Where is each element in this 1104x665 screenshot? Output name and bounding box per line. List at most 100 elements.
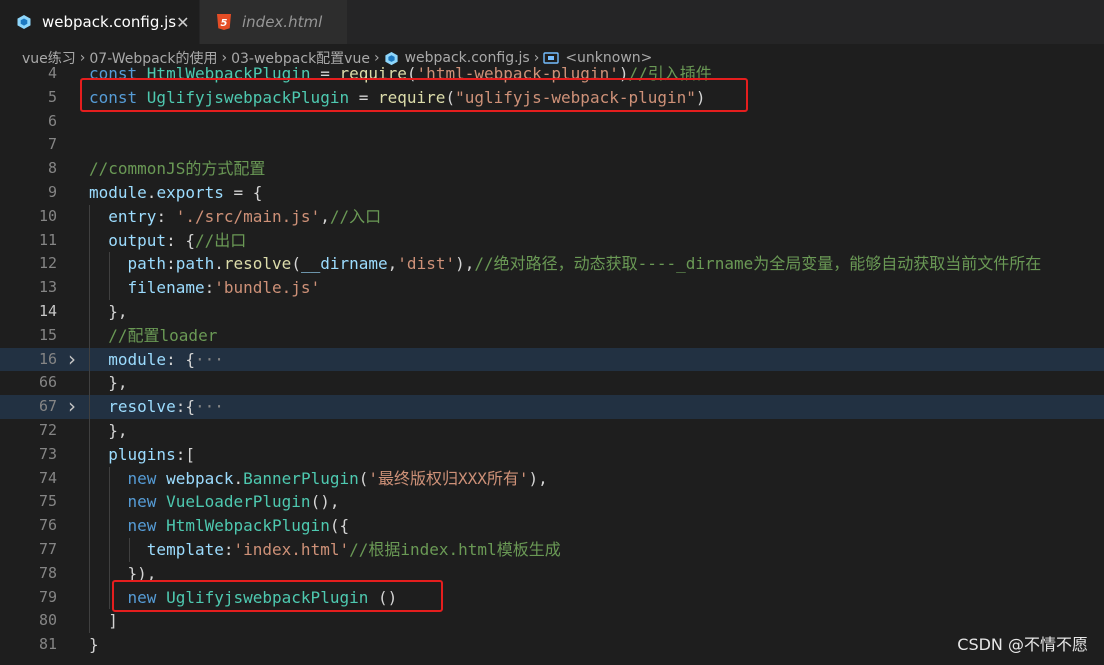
code-line[interactable]: 76 new HtmlWebpackPlugin({ xyxy=(0,514,1104,538)
code-token: //出口 xyxy=(194,230,247,250)
highlight-box xyxy=(112,579,443,612)
code-token: ] xyxy=(89,611,118,631)
code-line[interactable]: 77 template:'index.html'//根据index.html模板… xyxy=(0,538,1104,562)
code-token: :{ xyxy=(175,397,195,417)
code-token: template xyxy=(146,540,224,559)
code-token: }, xyxy=(89,302,128,321)
code-text: new VueLoaderPlugin(), xyxy=(89,490,340,514)
tab-label: webpack.config.js xyxy=(42,13,177,31)
code-token: resolve xyxy=(108,397,176,417)
code-token: ), xyxy=(455,254,475,274)
line-number: 77 xyxy=(38,540,57,558)
code-token: ), xyxy=(528,468,548,488)
code-token: webpack xyxy=(166,468,234,488)
code-text: //commonJS的方式配置 xyxy=(89,157,265,181)
line-number: 81 xyxy=(38,635,57,654)
code-token: , xyxy=(320,206,330,226)
code-token: : xyxy=(166,254,176,274)
code-line[interactable]: 6 xyxy=(0,110,1104,134)
code-token: ({ xyxy=(329,516,350,536)
code-editor[interactable]: 4 const HtmlWebpackPlugin = require('html… xyxy=(0,64,1104,665)
code-token: : { xyxy=(166,349,195,369)
code-line[interactable]: 81} xyxy=(0,633,1104,657)
code-token: 'index.html' xyxy=(233,540,350,559)
webpack-cube-icon xyxy=(16,14,32,30)
code-line[interactable]: 67 › resolve:{··· xyxy=(0,394,1104,419)
line-number: 67 xyxy=(38,397,57,416)
code-text: }, xyxy=(89,419,127,443)
code-token: , xyxy=(387,254,398,274)
code-line[interactable]: 73 plugins:[ xyxy=(0,442,1104,467)
code-line[interactable]: 10 entry: './src/main.js',//入口 xyxy=(0,204,1104,229)
code-token: VueLoaderPlugin xyxy=(166,492,311,512)
code-line[interactable]: 14 }, xyxy=(0,300,1104,324)
code-line[interactable]: 15 //配置loader xyxy=(0,323,1104,348)
code-text: resolve:{··· xyxy=(89,395,224,419)
code-token: :[ xyxy=(175,444,195,464)
code-line[interactable]: 7 xyxy=(0,133,1104,157)
code-line[interactable]: 9 module.exports = { xyxy=(0,181,1104,205)
code-line[interactable]: 72 }, xyxy=(0,419,1104,443)
code-text: path:path.resolve(__dirname,'dist'),//绝对… xyxy=(89,252,1042,276)
fold-chevron-icon[interactable]: › xyxy=(68,394,82,419)
code-text: new HtmlWebpackPlugin({ xyxy=(89,514,350,538)
code-token: new xyxy=(127,492,167,512)
code-text: }, xyxy=(89,371,127,395)
code-text: plugins:[ xyxy=(89,443,195,467)
code-line[interactable]: 75 new VueLoaderPlugin(), xyxy=(0,490,1104,515)
line-number: 12 xyxy=(38,254,57,273)
code-token: . xyxy=(233,468,244,488)
tab-bar: webpack.config.js ✕ 5 index.html xyxy=(0,0,1104,44)
code-token: module xyxy=(108,349,167,369)
code-line[interactable]: 16 › module: {··· xyxy=(0,347,1104,372)
code-line[interactable]: 66 }, xyxy=(0,371,1104,396)
line-number: 10 xyxy=(38,206,57,225)
code-token: new xyxy=(127,516,167,536)
code-token: (), xyxy=(310,492,340,512)
symbol-variable-icon xyxy=(543,51,560,65)
code-token: plugins xyxy=(108,444,176,464)
code-line[interactable]: 74 new webpack.BannerPlugin('最终版权归XXX所有'… xyxy=(0,466,1104,491)
code-text: output: {//出口 xyxy=(89,229,246,253)
code-line[interactable]: 11 output: {//出口 xyxy=(0,228,1104,253)
code-token: ··· xyxy=(194,397,224,417)
code-token: '最终版权归XXX所有' xyxy=(368,468,529,488)
watermark: CSDN @不情不愿 xyxy=(957,635,1088,654)
code-token: ··· xyxy=(194,349,224,369)
code-token: ( xyxy=(358,468,369,488)
code-token: 'dist' xyxy=(397,254,456,274)
code-line[interactable]: 80 ] xyxy=(0,609,1104,634)
code-line[interactable]: 12 path:path.resolve(__dirname,'dist'),/… xyxy=(0,252,1104,277)
code-token: './src/main.js' xyxy=(175,206,321,226)
code-token: module xyxy=(89,183,147,202)
code-token: path xyxy=(127,254,167,274)
code-token: exports xyxy=(156,183,224,202)
tab-index-html[interactable]: 5 index.html xyxy=(200,0,348,44)
close-icon[interactable]: ✕ xyxy=(176,13,189,32)
code-token: . xyxy=(146,183,157,202)
code-line[interactable]: 8 //commonJS的方式配置 xyxy=(0,157,1104,181)
fold-chevron-icon[interactable]: › xyxy=(68,347,82,372)
code-token: . xyxy=(214,254,224,274)
line-number: 15 xyxy=(38,325,57,344)
code-text: ] xyxy=(89,609,118,633)
code-text: module.exports = { xyxy=(89,181,262,205)
line-number: 80 xyxy=(38,611,57,630)
code-line[interactable]: 13 filename:'bundle.js' xyxy=(0,276,1104,300)
tab-webpack-config[interactable]: webpack.config.js ✕ xyxy=(0,0,200,44)
code-token: //根据index.html模板生成 xyxy=(349,540,561,559)
code-token: //commonJS的方式配置 xyxy=(89,159,266,179)
code-token: HtmlWebpackPlugin xyxy=(166,516,330,536)
code-token: __dirname xyxy=(300,254,388,274)
line-number: 78 xyxy=(38,563,57,582)
code-token: filename xyxy=(127,278,205,298)
